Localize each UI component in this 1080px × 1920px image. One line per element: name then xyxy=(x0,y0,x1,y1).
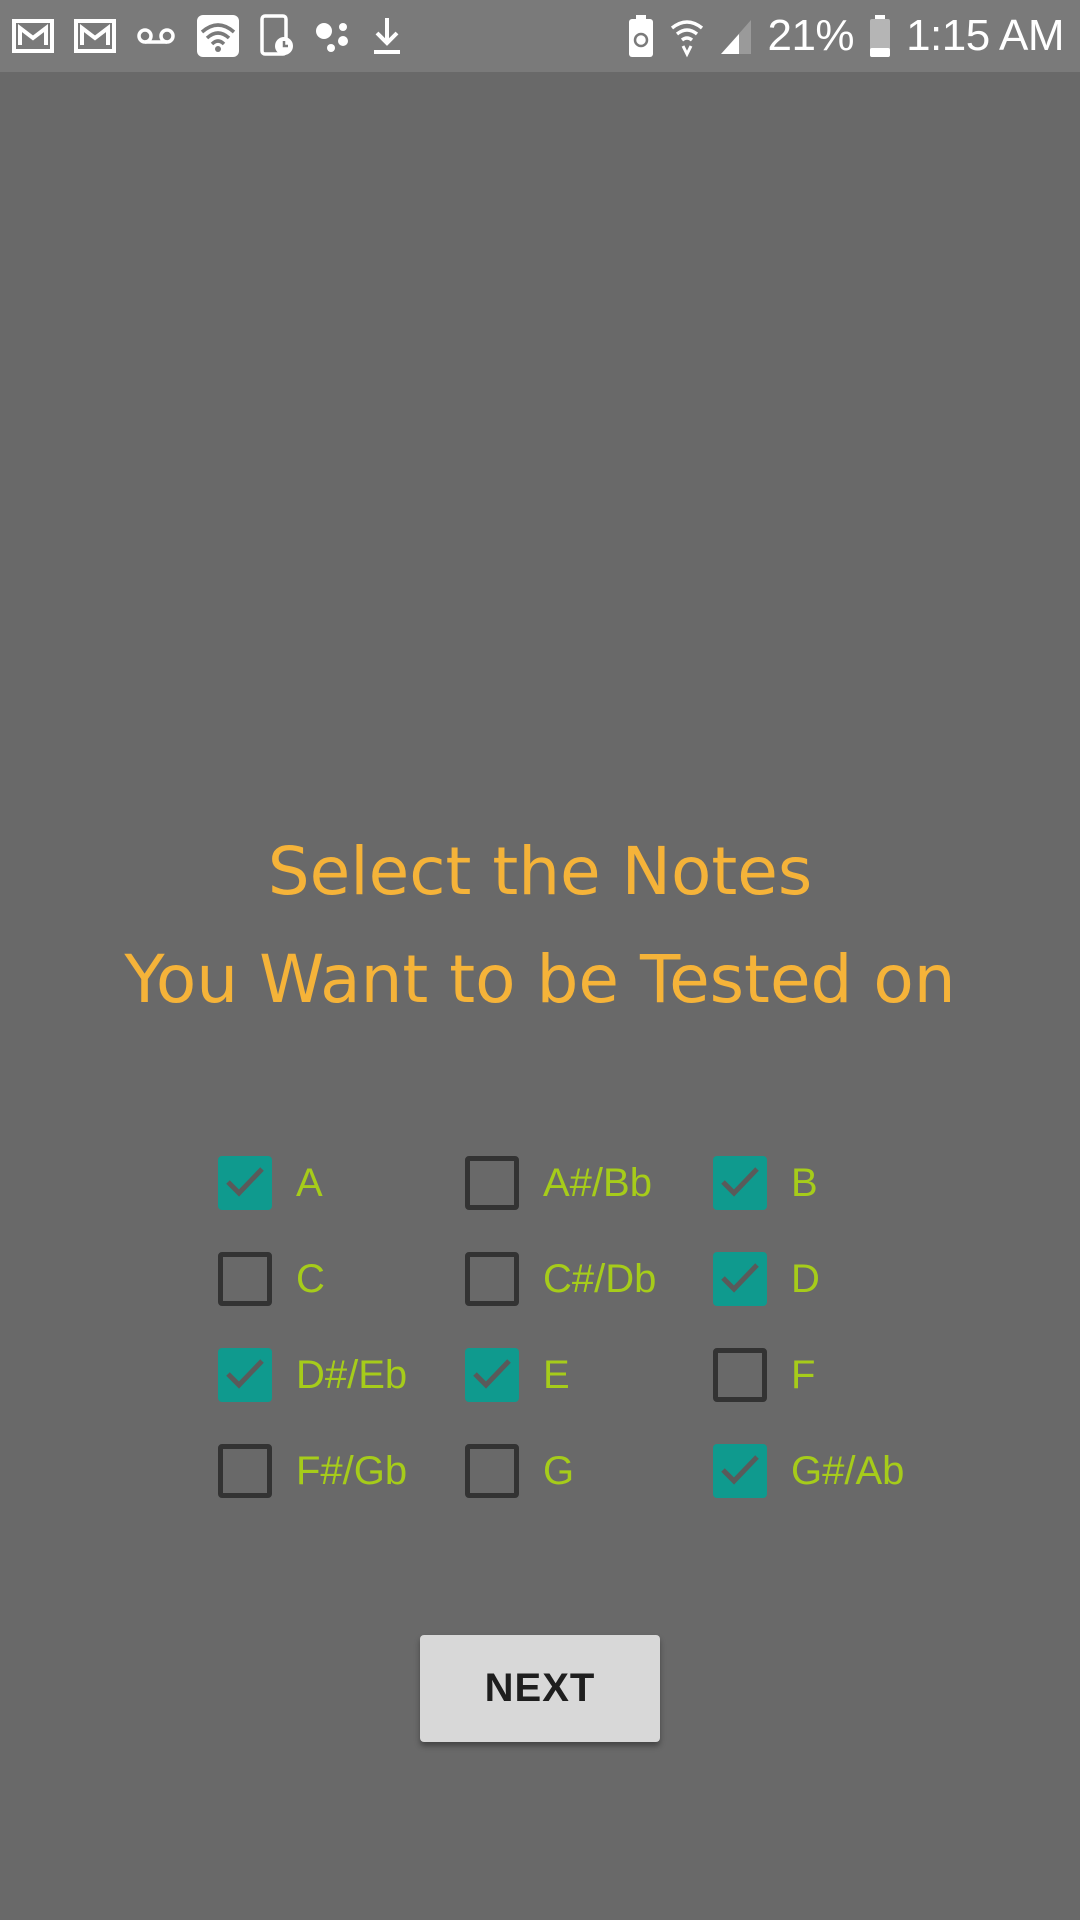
notification-icons xyxy=(12,14,402,58)
checkbox[interactable] xyxy=(713,1444,767,1498)
checkbox[interactable] xyxy=(218,1252,272,1306)
gmail-icon xyxy=(74,19,116,53)
note-option-a[interactable]: A xyxy=(218,1156,465,1252)
next-button[interactable]: NEXT xyxy=(420,1635,660,1742)
checkbox[interactable] xyxy=(465,1156,519,1210)
checkbox[interactable] xyxy=(713,1348,767,1402)
note-option-f-gb[interactable]: F#/Gb xyxy=(218,1444,465,1540)
screen-timer-icon xyxy=(260,14,294,58)
note-label: D#/Eb xyxy=(296,1353,408,1397)
checkbox[interactable] xyxy=(465,1252,519,1306)
note-label: B xyxy=(791,1161,818,1205)
signal-icon xyxy=(719,16,753,56)
checkbox[interactable] xyxy=(713,1156,767,1210)
note-label: F#/Gb xyxy=(296,1449,408,1493)
voicemail-icon xyxy=(136,26,176,46)
note-option-a-bb[interactable]: A#/Bb xyxy=(465,1156,713,1252)
checkbox[interactable] xyxy=(218,1348,272,1402)
assistant-icon xyxy=(314,17,352,55)
check-icon xyxy=(226,1359,264,1389)
wifi-calling-icon xyxy=(669,14,705,58)
note-label: A xyxy=(296,1161,323,1205)
note-label: C xyxy=(296,1257,325,1301)
check-icon xyxy=(721,1263,759,1293)
note-option-d[interactable]: D xyxy=(713,1252,918,1348)
status-bar: 21% 1:15 AM xyxy=(0,0,1080,72)
note-option-c[interactable]: C xyxy=(218,1252,465,1348)
checkbox[interactable] xyxy=(713,1252,767,1306)
note-option-f[interactable]: F xyxy=(713,1348,918,1444)
note-label: F xyxy=(791,1353,816,1397)
check-icon xyxy=(721,1455,759,1485)
checkbox[interactable] xyxy=(218,1444,272,1498)
download-icon xyxy=(372,16,402,56)
system-status: 21% 1:15 AM xyxy=(627,10,1064,62)
note-option-e[interactable]: E xyxy=(465,1348,713,1444)
note-option-g[interactable]: G xyxy=(465,1444,713,1540)
note-option-g-ab[interactable]: G#/Ab xyxy=(713,1444,918,1540)
check-icon xyxy=(473,1359,511,1389)
checkbox[interactable] xyxy=(465,1444,519,1498)
note-label: A#/Bb xyxy=(543,1161,652,1205)
title-line-1: Select the Notes xyxy=(267,833,813,910)
note-label: D xyxy=(791,1257,820,1301)
check-icon xyxy=(226,1167,264,1197)
wifi-icon xyxy=(196,14,240,58)
note-option-c-db[interactable]: C#/Db xyxy=(465,1252,713,1348)
battery-saver-icon xyxy=(627,14,655,58)
battery-icon xyxy=(868,14,892,58)
gmail-icon xyxy=(12,19,54,53)
notes-checkbox-grid: A A#/Bb B C C#/Db D D#/Eb E F F#/Gb G G#… xyxy=(218,1156,918,1540)
note-label: G xyxy=(543,1449,575,1493)
page-title: Select the Notes You Want to be Tested o… xyxy=(0,818,1080,1034)
note-label: C#/Db xyxy=(543,1257,657,1301)
checkbox[interactable] xyxy=(218,1156,272,1210)
battery-percent: 21% xyxy=(767,11,855,60)
note-label: G#/Ab xyxy=(791,1449,905,1493)
note-label: E xyxy=(543,1353,570,1397)
clock: 1:15 AM xyxy=(906,11,1064,60)
note-option-d-eb[interactable]: D#/Eb xyxy=(218,1348,465,1444)
title-line-2: You Want to be Tested on xyxy=(124,941,956,1018)
check-icon xyxy=(721,1167,759,1197)
note-option-b[interactable]: B xyxy=(713,1156,918,1252)
checkbox[interactable] xyxy=(465,1348,519,1402)
